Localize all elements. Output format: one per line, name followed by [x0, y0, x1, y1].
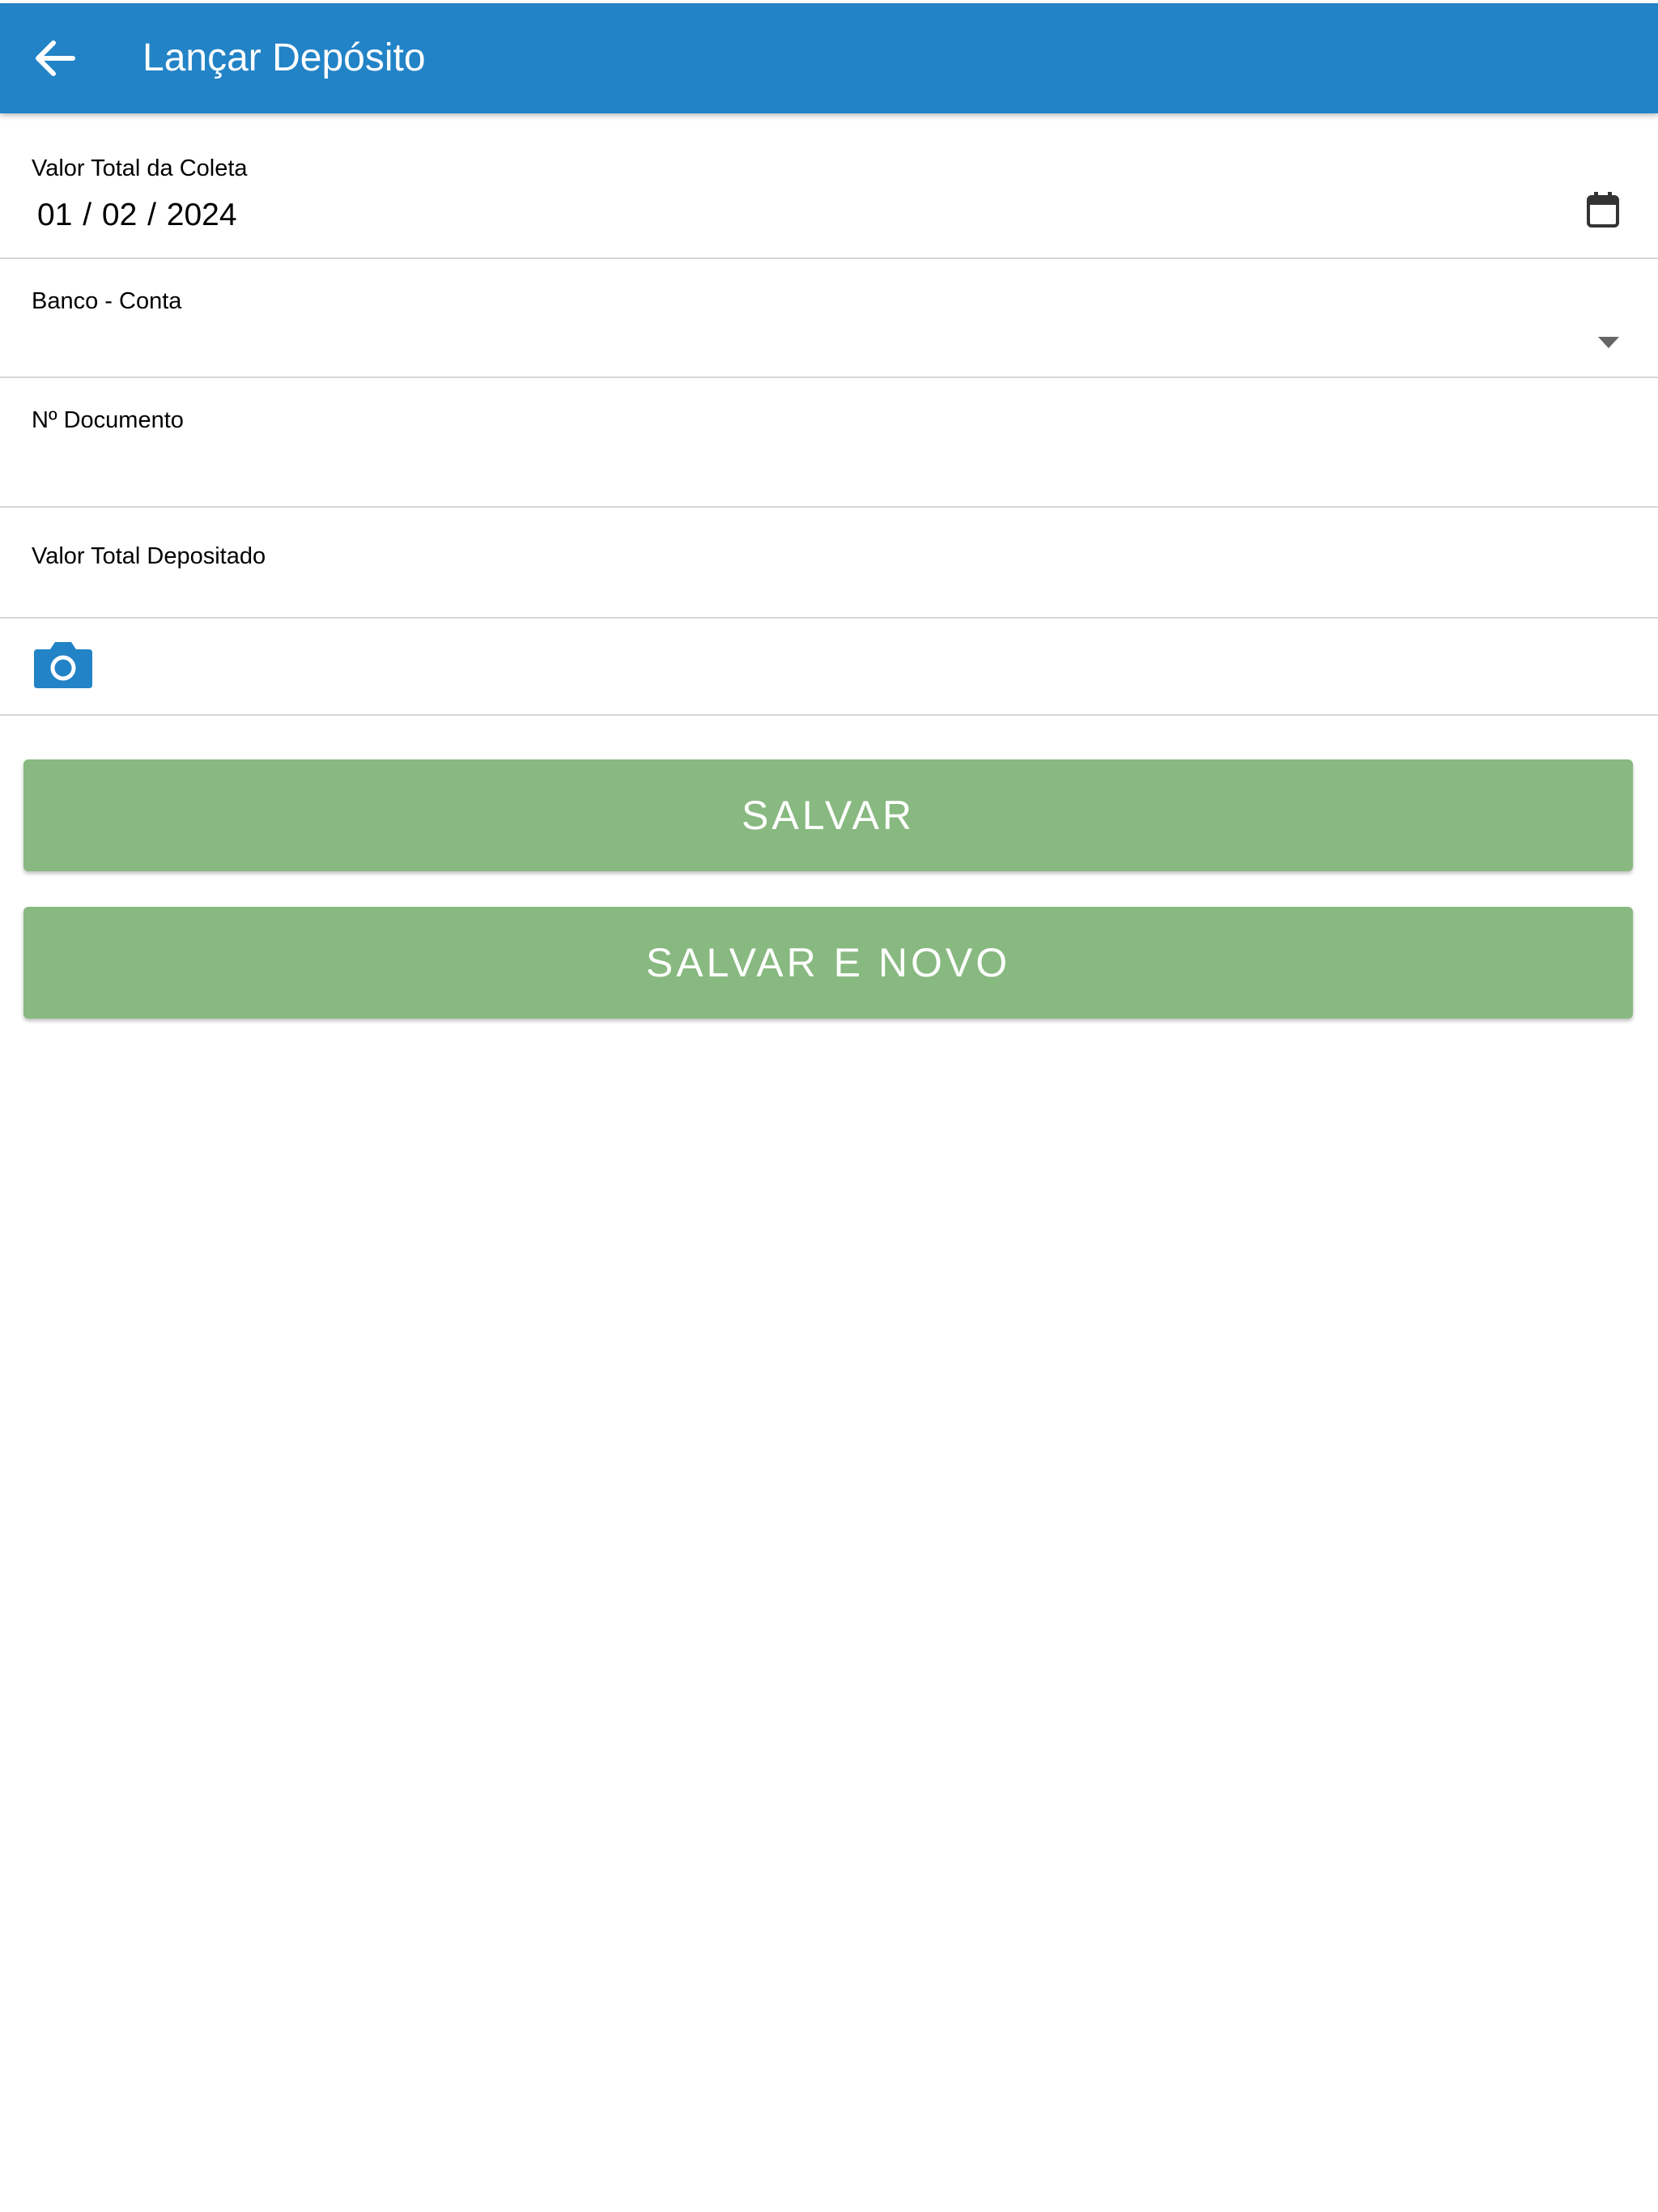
page: Lançar Depósito Valor Total da Coleta 01… [0, 0, 1658, 2212]
camera-icon[interactable] [32, 640, 94, 690]
photo-row [0, 619, 1658, 716]
arrow-left-icon [36, 40, 75, 76]
back-button[interactable] [23, 26, 87, 91]
calendar-icon[interactable] [1585, 191, 1621, 228]
save-and-new-button[interactable]: SALVAR E NOVO [23, 907, 1633, 1019]
date-field-value[interactable]: 01 / 02 / 2024 [37, 198, 237, 233]
document-number-label: Nº Documento [32, 407, 184, 433]
chevron-down-icon[interactable] [1598, 337, 1619, 348]
date-field[interactable]: Valor Total da Coleta 01 / 02 / 2024 [0, 113, 1658, 259]
bank-account-label: Banco - Conta [32, 288, 182, 314]
deposit-total-label: Valor Total Depositado [32, 543, 266, 569]
bank-account-select[interactable]: Banco - Conta [0, 259, 1658, 378]
deposit-total-input[interactable] [32, 576, 1609, 618]
deposit-total-field[interactable]: Valor Total Depositado [0, 508, 1658, 619]
date-field-label: Valor Total da Coleta [32, 155, 248, 181]
document-number-input[interactable] [32, 448, 1609, 490]
page-title: Lançar Depósito [142, 36, 426, 79]
save-button[interactable]: SALVAR [23, 759, 1633, 871]
app-bar: Lançar Depósito [0, 3, 1658, 113]
document-number-field[interactable]: Nº Documento [0, 378, 1658, 508]
